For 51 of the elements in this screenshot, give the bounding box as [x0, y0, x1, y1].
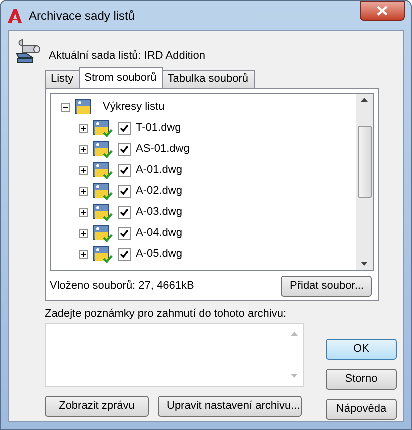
- checkbox[interactable]: [118, 143, 131, 156]
- tree-item[interactable]: A-01.dwg: [136, 162, 182, 179]
- checkbox[interactable]: [118, 206, 131, 219]
- expand-icon[interactable]: [79, 166, 88, 175]
- drawing-file-check-icon: [93, 224, 113, 242]
- checkbox[interactable]: [118, 248, 131, 261]
- close-button[interactable]: [360, 1, 405, 21]
- file-count-label: Vloženo souborů: 27, 4661kB: [50, 279, 194, 294]
- modify-settings-button[interactable]: Upravit nastavení archivu...: [158, 396, 302, 417]
- checkbox[interactable]: [118, 164, 131, 177]
- tree-item[interactable]: A-03.dwg: [136, 204, 182, 221]
- current-sheet-set-label: Aktuální sada listů: IRD Addition: [49, 48, 206, 64]
- drawing-file-check-icon: [93, 246, 113, 264]
- cancel-button[interactable]: Storno: [326, 369, 397, 390]
- checkbox[interactable]: [118, 185, 131, 198]
- scroll-down-icon[interactable]: [361, 262, 368, 266]
- tree-item[interactable]: A-04.dwg: [136, 225, 182, 242]
- tree-item[interactable]: T-01.dwg: [136, 120, 182, 137]
- expand-icon[interactable]: [79, 145, 88, 154]
- drawing-file-check-icon: [93, 120, 113, 138]
- tree-item[interactable]: Výkresy listu: [103, 99, 165, 116]
- help-button[interactable]: Nápověda: [326, 399, 397, 420]
- tab[interactable]: Tabulka souborů: [162, 70, 255, 88]
- close-icon: [377, 6, 388, 16]
- window-title: Archivace sady listů: [29, 8, 136, 24]
- drawing-file-check-icon: [93, 140, 113, 158]
- drawing-file-check-icon: [93, 162, 113, 180]
- tab[interactable]: Strom souborů: [78, 67, 163, 88]
- expand-icon[interactable]: [79, 229, 88, 238]
- expand-icon[interactable]: [79, 124, 88, 133]
- expand-icon[interactable]: [79, 250, 88, 259]
- scrollbar-thumb[interactable]: [358, 126, 372, 198]
- view-report-button[interactable]: Zobrazit zprávu: [45, 396, 149, 417]
- expand-icon[interactable]: [79, 208, 88, 217]
- checkbox[interactable]: [118, 227, 131, 240]
- scroll-up-icon[interactable]: [361, 98, 368, 102]
- collapse-icon[interactable]: [61, 103, 70, 112]
- drawing-file-check-icon: [93, 182, 113, 200]
- scrollbar[interactable]: [356, 94, 373, 270]
- tree-item[interactable]: A-05.dwg: [136, 246, 182, 263]
- sheet-set-icon: [15, 37, 43, 65]
- drawing-file-check-icon: [93, 204, 113, 222]
- tab[interactable]: Listy: [45, 70, 80, 88]
- tree-item[interactable]: A-02.dwg: [136, 183, 182, 200]
- tree-item[interactable]: AS-01.dwg: [136, 141, 190, 158]
- app-logo-icon: [7, 8, 23, 24]
- add-file-button[interactable]: Přidat soubor...: [281, 276, 372, 297]
- checkbox[interactable]: [118, 122, 131, 135]
- ok-button[interactable]: OK: [326, 339, 397, 360]
- expand-icon[interactable]: [79, 187, 88, 196]
- notes-label: Zadejte poznámky pro zahmutí do tohoto archivu:: [45, 307, 288, 321]
